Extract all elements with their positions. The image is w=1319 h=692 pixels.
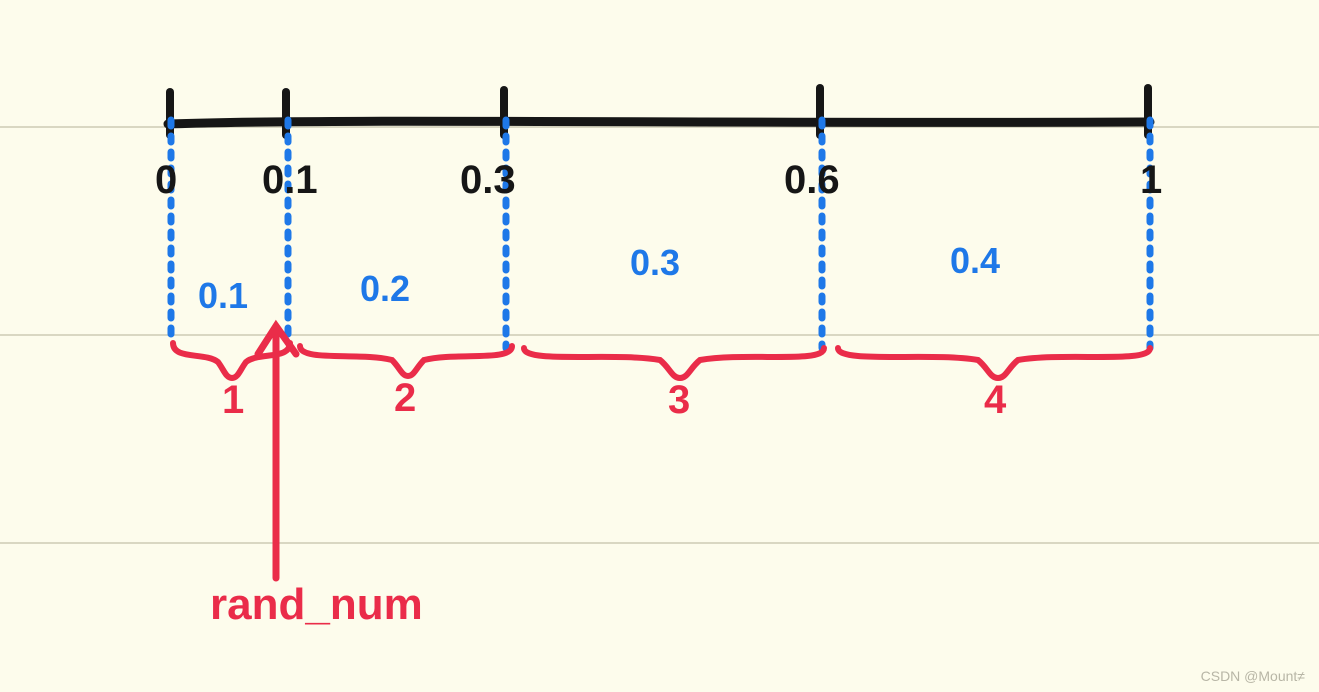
- width-label-4: 0.4: [950, 240, 1000, 282]
- number-line: [168, 121, 1150, 124]
- width-label-3: 0.3: [630, 242, 680, 284]
- brace-2: [300, 346, 512, 376]
- tick-label-0p6: 0.6: [784, 158, 840, 203]
- brace-1: [173, 343, 290, 378]
- brace-3: [524, 348, 824, 378]
- width-label-1: 0.1: [198, 275, 248, 317]
- brace-4: [838, 348, 1150, 378]
- tick-label-0: 0: [155, 158, 177, 203]
- rand-num-label: rand_num: [210, 580, 423, 630]
- diagram-svg: [0, 0, 1319, 692]
- watermark: CSDN @Mount≠: [1201, 668, 1305, 684]
- tick-label-1: 1: [1140, 158, 1162, 203]
- segment-label-1: 1: [222, 378, 244, 423]
- segment-label-4: 4: [984, 378, 1006, 423]
- tick-label-0p1: 0.1: [262, 158, 318, 203]
- segment-label-3: 3: [668, 378, 690, 423]
- segment-label-2: 2: [394, 376, 416, 421]
- width-label-2: 0.2: [360, 268, 410, 310]
- tick-label-0p3: 0.3: [460, 158, 516, 203]
